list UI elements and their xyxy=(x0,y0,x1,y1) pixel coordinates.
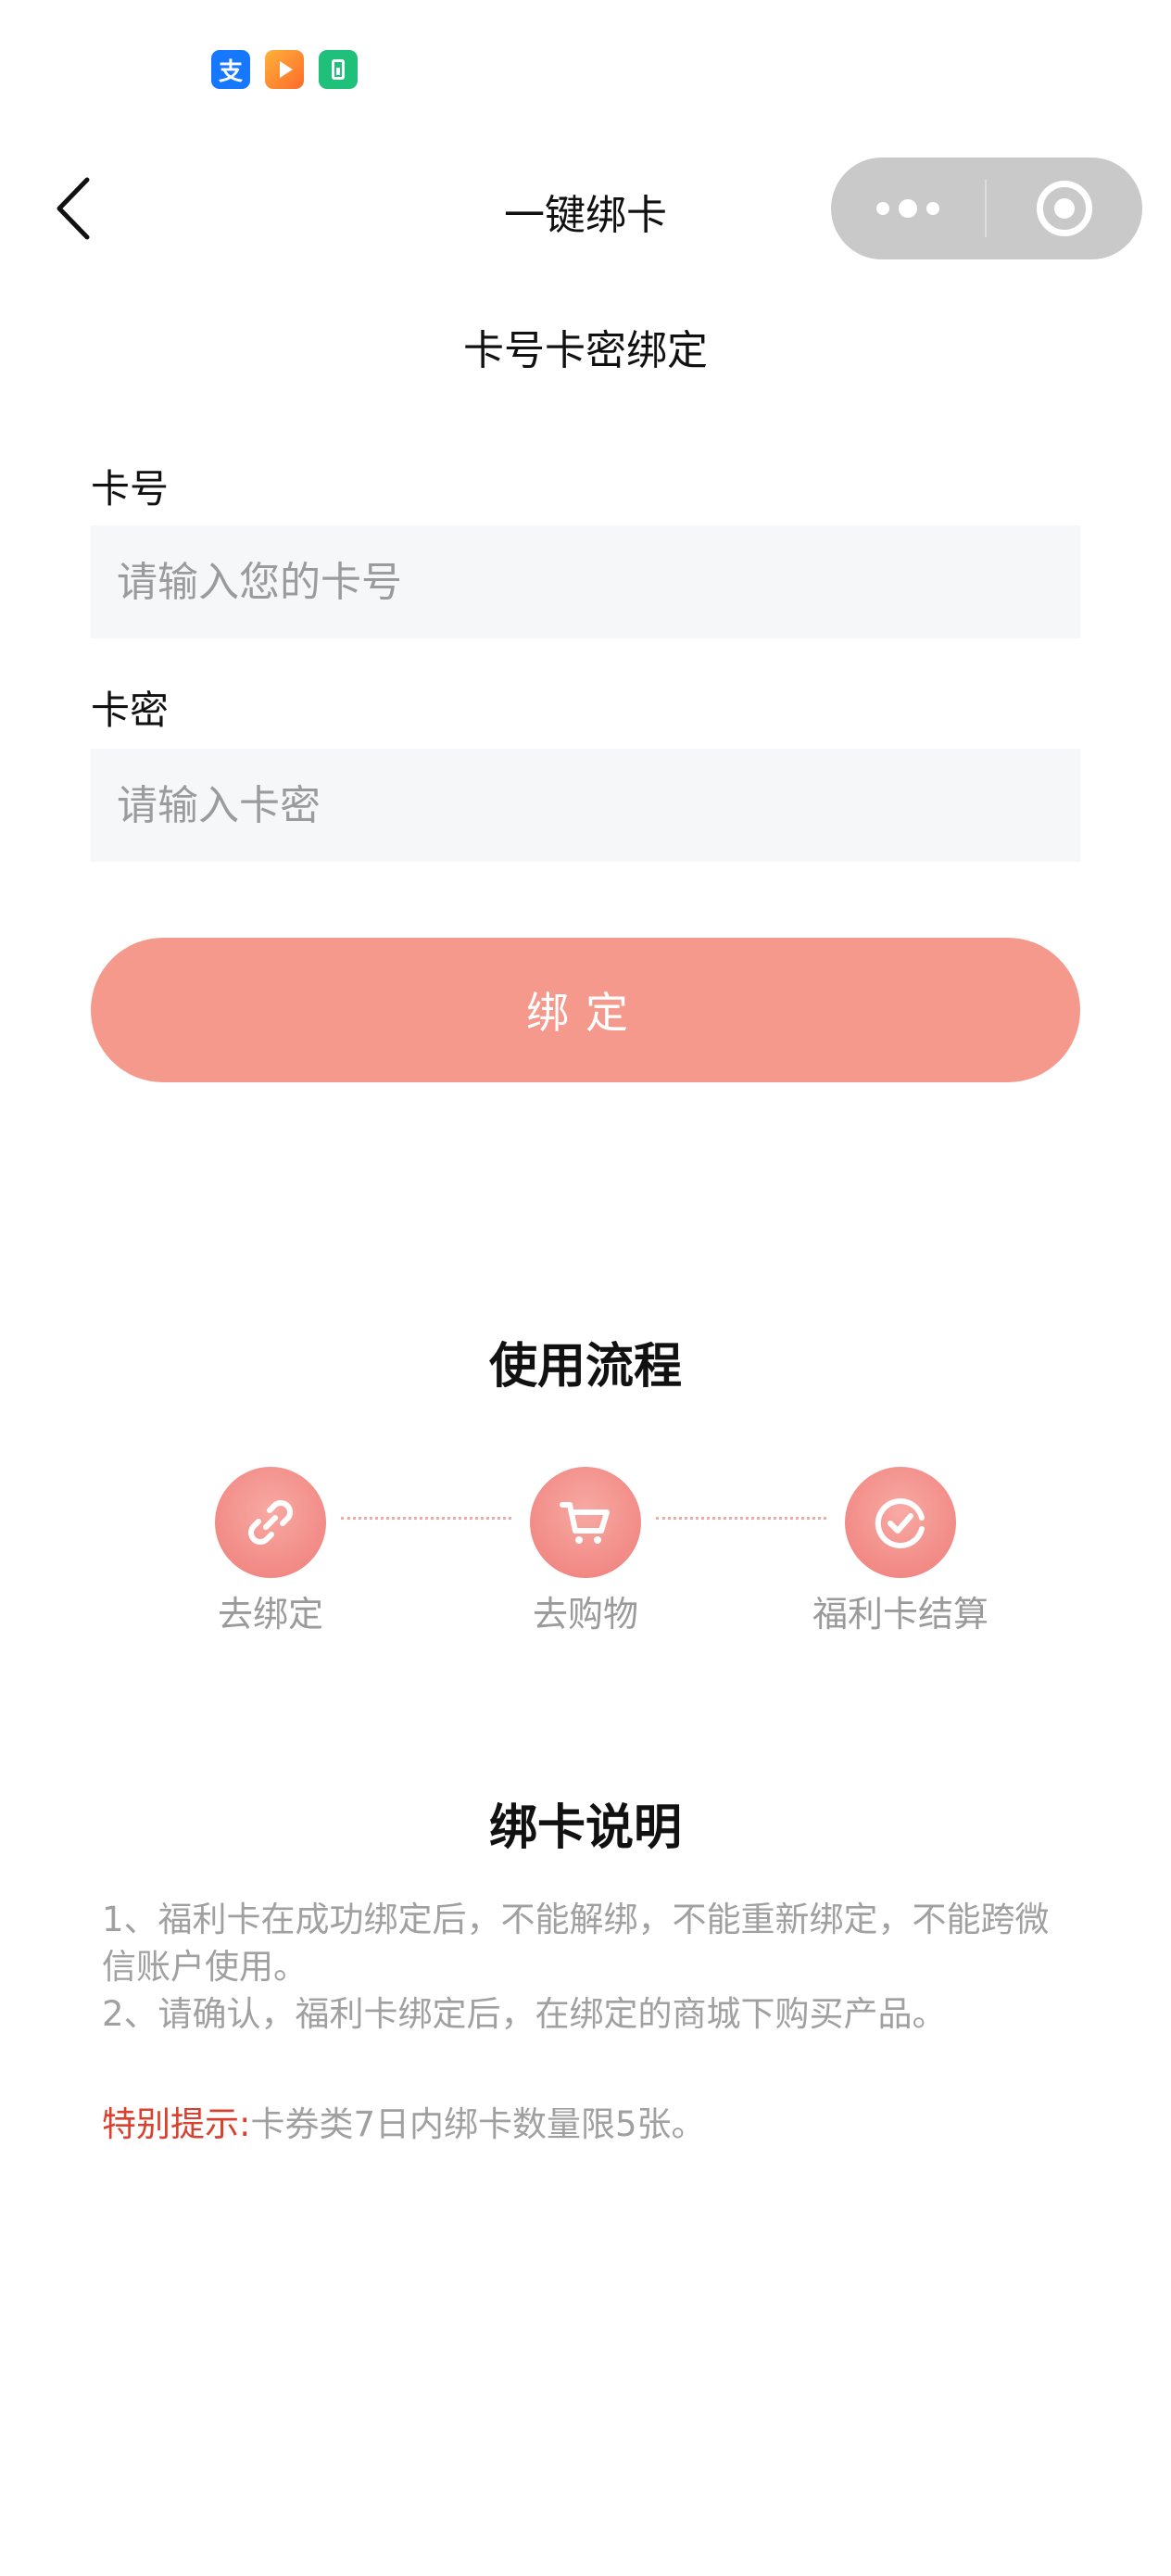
instructions-title: 绑卡说明 xyxy=(488,1800,682,1856)
card-number-label: 卡号 xyxy=(91,466,170,511)
bind-button[interactable]: 绑定 xyxy=(91,938,1080,1082)
card-secret-label: 卡密 xyxy=(91,688,170,733)
status-bar: 支 xyxy=(0,0,1171,139)
more-dots-icon xyxy=(876,202,889,215)
instruction-item: 1、福利卡在成功绑定后，不能解绑，不能重新绑定，不能跨微信账户使用。 xyxy=(102,1900,1050,1987)
tip-prefix: 特别提示: xyxy=(102,2104,251,2144)
card-number-input[interactable] xyxy=(91,525,1080,638)
step-label: 去绑定 xyxy=(217,1594,323,1635)
process-title: 使用流程 xyxy=(488,1339,682,1395)
shopping-cart-icon xyxy=(530,1467,641,1578)
step-label: 去购物 xyxy=(532,1594,638,1635)
step-bind: 去绑定 xyxy=(159,1467,382,1636)
nav-bar: 一键绑卡 xyxy=(0,148,1171,269)
mini-program-capsule xyxy=(831,158,1142,259)
battery-app-icon xyxy=(319,50,358,89)
check-circle-icon xyxy=(845,1467,956,1578)
alipay-glyph: 支 xyxy=(218,57,243,86)
status-app-icons: 支 xyxy=(211,50,358,89)
more-dot-center xyxy=(899,199,917,218)
target-circle-icon xyxy=(1037,181,1092,236)
step-label: 福利卡结算 xyxy=(812,1594,988,1635)
video-app-icon xyxy=(265,50,304,89)
close-mini-program-button[interactable] xyxy=(987,158,1142,259)
instructions-list: 1、福利卡在成功绑定后，不能解绑，不能重新绑定，不能跨微信账户使用。 2、请确认… xyxy=(102,1896,1065,2038)
tip-text: 卡券类7日内绑卡数量限5张。 xyxy=(250,2104,706,2144)
alipay-icon: 支 xyxy=(211,50,250,89)
step-shop: 去购物 xyxy=(474,1467,697,1636)
instruction-item: 2、请确认，福利卡绑定后，在绑定的商城下购买产品。 xyxy=(102,1994,947,2034)
step-checkout: 福利卡结算 xyxy=(789,1467,1012,1636)
more-dot-right xyxy=(926,202,939,215)
special-tip: 特别提示:卡券类7日内绑卡数量限5张。 xyxy=(102,2096,706,2146)
form-section-title: 卡号卡密绑定 xyxy=(463,327,708,374)
more-button[interactable] xyxy=(831,158,985,259)
card-secret-input[interactable] xyxy=(91,749,1080,862)
link-icon xyxy=(215,1467,326,1578)
